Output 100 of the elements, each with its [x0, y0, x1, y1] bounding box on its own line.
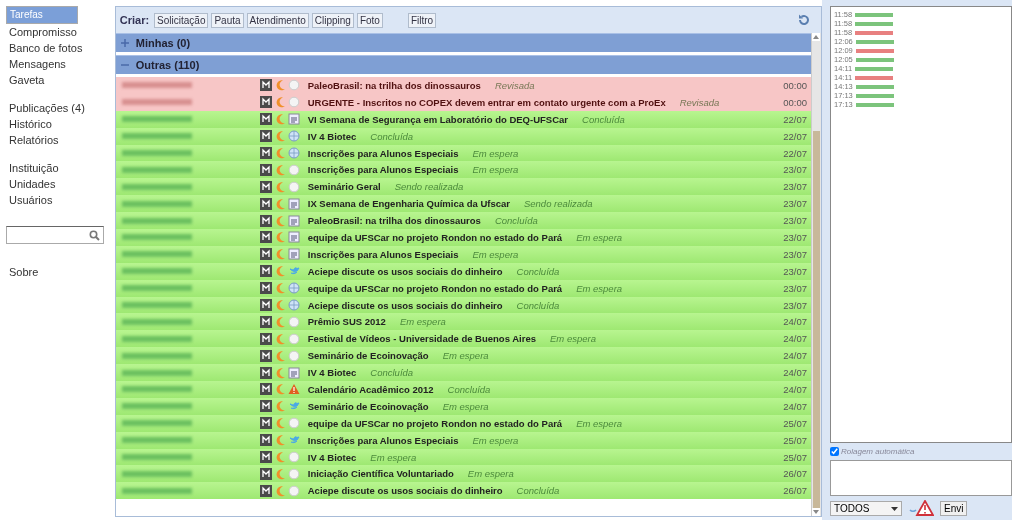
document-icon[interactable]: [287, 113, 300, 126]
m-icon[interactable]: [259, 383, 272, 396]
refresh-icon[interactable]: [797, 13, 811, 27]
task-title[interactable]: IV 4 Biotec: [307, 451, 357, 463]
globe-icon[interactable]: [287, 299, 300, 311]
m-icon[interactable]: [259, 96, 272, 109]
message-field[interactable]: [830, 460, 1012, 496]
m-icon[interactable]: [259, 248, 272, 261]
bubble-icon[interactable]: [287, 451, 300, 464]
m-icon[interactable]: [259, 366, 272, 379]
section-header[interactable]: Outras (110): [115, 55, 811, 74]
create-button[interactable]: Foto: [356, 12, 383, 28]
m-icon[interactable]: [259, 231, 272, 244]
task-title[interactable]: IV 4 Biotec: [307, 367, 357, 379]
task-title[interactable]: Iniciação Científica Voluntariado: [307, 468, 454, 480]
sidebar-item[interactable]: Compromisso: [6, 24, 107, 40]
m-icon[interactable]: [259, 484, 272, 497]
filter-button[interactable]: Filtro: [407, 12, 437, 28]
task-title[interactable]: equipe da UFSCar no projeto Rondon no estado do Pará: [307, 282, 563, 294]
task-title[interactable]: Seminário Geral: [307, 181, 381, 193]
bubble-icon[interactable]: [287, 315, 300, 328]
task-row[interactable]: Prêmio SUS 2012 Em espera 24/07: [115, 313, 811, 331]
m-icon[interactable]: [259, 197, 272, 210]
scroll-down-icon[interactable]: [812, 508, 820, 516]
warning-icon[interactable]: [908, 500, 934, 516]
m-icon[interactable]: [259, 434, 272, 447]
m-icon[interactable]: [259, 147, 272, 159]
send-button[interactable]: Envi: [940, 500, 968, 516]
globe-icon[interactable]: [287, 147, 300, 159]
sidebar-item[interactable]: Gaveta: [6, 72, 107, 88]
m-icon[interactable]: [259, 349, 272, 362]
bubble-icon[interactable]: [287, 180, 300, 193]
sidebar-item[interactable]: Instituição: [6, 160, 107, 176]
task-title[interactable]: Inscrições para Alunos Especiais: [307, 147, 459, 159]
sidebar-item[interactable]: Mensagens: [6, 56, 107, 72]
m-icon[interactable]: [259, 79, 272, 92]
task-title[interactable]: Aciepe discute os usos sociais do dinheiro: [307, 265, 503, 277]
create-button[interactable]: Atendimento: [246, 12, 309, 28]
task-title[interactable]: Aciepe discute os usos sociais do dinheiro: [307, 299, 503, 311]
task-row[interactable]: PaleoBrasil: na trilha dos dinossauros Revisada 00:00: [115, 77, 811, 94]
task-title[interactable]: equipe da UFSCar no projeto Rondon no estado do Pará: [307, 417, 563, 429]
about-link[interactable]: Sobre: [6, 264, 107, 280]
document-icon[interactable]: [287, 197, 300, 210]
task-title[interactable]: equipe da UFSCar no projeto Rondon no estado do Pará: [307, 231, 563, 243]
search-field[interactable]: [6, 226, 104, 244]
task-title[interactable]: Seminário de Ecoinovação: [307, 400, 429, 412]
sidebar-item[interactable]: Relatórios: [6, 132, 107, 148]
sidebar-item[interactable]: Usuários: [6, 192, 107, 208]
m-icon[interactable]: [259, 467, 272, 480]
task-row[interactable]: Seminário de Ecoinovação Em espera 24/07: [115, 347, 811, 365]
bubble-icon[interactable]: [287, 163, 300, 176]
task-row[interactable]: PaleoBrasil: na trilha dos dinossauros Concluída 23/07: [115, 212, 811, 229]
create-button[interactable]: Solicitação: [154, 12, 209, 28]
m-icon[interactable]: [259, 282, 272, 295]
task-title[interactable]: URGENTE - Inscritos no COPEX devem entrar em contato urgente com a ProEx: [307, 96, 666, 108]
sidebar-item[interactable]: Histórico: [6, 116, 107, 132]
document-icon[interactable]: [287, 214, 300, 227]
task-title[interactable]: Inscrições para Alunos Especiais: [307, 434, 459, 446]
bubble-icon[interactable]: [287, 96, 300, 109]
bubble-icon[interactable]: [287, 467, 300, 480]
task-title[interactable]: PaleoBrasil: na trilha dos dinossauros: [307, 79, 481, 91]
task-title[interactable]: VI Semana de Segurança em Laboratório do DEQ-UFSCar: [307, 113, 568, 125]
document-icon[interactable]: [287, 366, 300, 379]
m-icon[interactable]: [259, 265, 272, 278]
bubble-icon[interactable]: [287, 484, 300, 497]
sidebar-item[interactable]: Banco de fotos: [6, 40, 107, 56]
bubble-icon[interactable]: [287, 349, 300, 362]
task-title[interactable]: Festival de Vídeos - Universidade de Buenos Aires: [307, 333, 536, 345]
globe-icon[interactable]: [287, 130, 300, 143]
recipient-select[interactable]: TODOS: [830, 500, 902, 516]
task-title[interactable]: PaleoBrasil: na trilha dos dinossauros: [307, 215, 481, 227]
scroll-up-icon[interactable]: [812, 33, 820, 41]
bubble-icon[interactable]: [287, 332, 300, 345]
warning-icon[interactable]: [287, 383, 300, 396]
m-icon[interactable]: [259, 299, 272, 311]
m-icon[interactable]: [259, 130, 272, 143]
m-icon[interactable]: [259, 180, 272, 193]
task-title[interactable]: Aciepe discute os usos sociais do dinheiro: [307, 485, 503, 497]
bubble-icon[interactable]: [287, 417, 300, 430]
task-title[interactable]: Inscrições para Alunos Especiais: [307, 248, 459, 260]
task-row[interactable]: Calendário Acadêmico 2012 Concluída 24/07: [115, 381, 811, 398]
m-icon[interactable]: [259, 113, 272, 126]
task-row[interactable]: Festival de Vídeos - Universidade de Buenos Aires Em espera 24/07: [115, 330, 811, 348]
m-icon[interactable]: [259, 417, 272, 430]
sidebar-item[interactable]: Unidades: [6, 176, 107, 192]
checkbox[interactable]: [830, 447, 839, 456]
m-icon[interactable]: [259, 332, 272, 345]
m-icon[interactable]: [259, 315, 272, 328]
document-icon[interactable]: [287, 231, 300, 244]
create-button[interactable]: Clipping: [311, 12, 354, 28]
task-row[interactable]: IX Semana de Engenharia Química da Ufscar Sendo realizada 23/07: [115, 195, 811, 213]
m-icon[interactable]: [259, 163, 272, 176]
task-row[interactable]: Aciepe discute os usos sociais do dinheiro Concluída 26/07: [115, 482, 811, 500]
task-row[interactable]: IV 4 Biotec Concluída 24/07: [115, 364, 811, 382]
task-title[interactable]: Inscrições para Alunos Especiais: [307, 164, 459, 176]
section-header[interactable]: Minhas (0): [115, 33, 811, 52]
globe-icon[interactable]: [287, 282, 300, 295]
task-row[interactable]: Inscrições para Alunos Especiais Em espera 23/07: [115, 161, 811, 179]
task-row[interactable]: Iniciação Científica Voluntariado Em espera 26/07: [115, 465, 811, 483]
task-title[interactable]: IX Semana de Engenharia Química da Ufscar: [307, 198, 510, 210]
